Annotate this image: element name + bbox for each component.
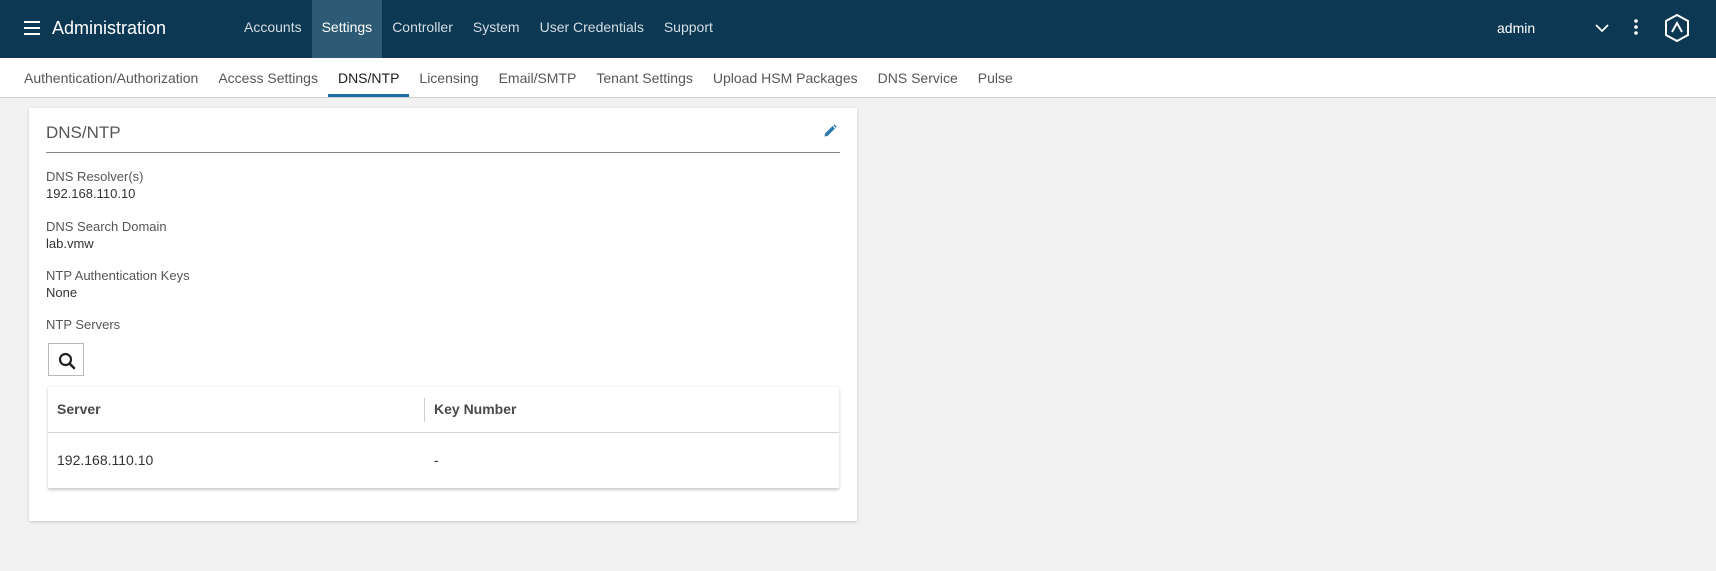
cell-key-number: - <box>434 452 439 468</box>
ntp-servers-label: NTP Servers <box>46 317 121 332</box>
dns-resolvers-label: DNS Resolver(s) <box>46 169 144 184</box>
column-header-key-number[interactable]: Key Number <box>434 401 516 417</box>
user-menu[interactable]: admin <box>1497 19 1535 37</box>
more-vertical-icon[interactable] <box>1632 18 1640 36</box>
settings-tabs: Authentication/Authorization Access Sett… <box>0 58 1716 98</box>
search-button[interactable] <box>48 343 84 376</box>
tab-upload-hsm-packages[interactable]: Upload HSM Packages <box>703 58 868 97</box>
dns-resolvers-value: 192.168.110.10 <box>46 186 136 201</box>
table-header: Server Key Number <box>48 387 839 433</box>
edit-icon[interactable] <box>822 123 838 139</box>
tab-authentication-authorization[interactable]: Authentication/Authorization <box>14 58 208 97</box>
card-title: DNS/NTP <box>46 123 121 142</box>
nav-item-system[interactable]: System <box>463 0 530 58</box>
ntp-servers-table: Server Key Number 192.168.110.10 - <box>48 387 839 489</box>
nav-item-user-credentials[interactable]: User Credentials <box>530 0 654 58</box>
card-divider <box>46 152 840 153</box>
ntp-auth-keys-label: NTP Authentication Keys <box>46 268 190 283</box>
brand-logo-icon <box>1665 13 1689 43</box>
top-nav: Accounts Settings Controller System User… <box>234 0 723 58</box>
top-bar: Administration Accounts Settings Control… <box>0 0 1716 58</box>
dns-search-domain-value: lab.vmw <box>46 236 94 251</box>
tab-access-settings[interactable]: Access Settings <box>208 58 328 97</box>
search-icon <box>58 352 76 370</box>
app-title: Administration <box>52 18 167 38</box>
ntp-auth-keys-value: None <box>46 285 78 300</box>
nav-item-controller[interactable]: Controller <box>382 0 463 58</box>
tab-dns-service[interactable]: DNS Service <box>868 58 968 97</box>
table-row[interactable]: 192.168.110.10 - <box>48 433 839 489</box>
tab-dns-ntp[interactable]: DNS/NTP <box>327 58 410 97</box>
cell-server: 192.168.110.10 <box>57 452 154 468</box>
chevron-down-icon[interactable] <box>1594 21 1610 35</box>
nav-item-support[interactable]: Support <box>654 0 723 58</box>
nav-item-accounts[interactable]: Accounts <box>234 0 312 58</box>
dns-search-domain-label: DNS Search Domain <box>46 219 167 234</box>
column-header-server[interactable]: Server <box>57 401 101 417</box>
tab-tenant-settings[interactable]: Tenant Settings <box>586 58 703 97</box>
tab-email-smtp[interactable]: Email/SMTP <box>489 58 587 97</box>
menu-icon[interactable] <box>24 21 40 35</box>
tab-licensing[interactable]: Licensing <box>409 58 488 97</box>
nav-item-settings[interactable]: Settings <box>311 0 383 58</box>
dns-ntp-card: DNS/NTP DNS Resolver(s) 192.168.110.10 D… <box>29 108 857 521</box>
column-divider[interactable] <box>424 398 425 422</box>
tab-pulse[interactable]: Pulse <box>968 58 1023 97</box>
